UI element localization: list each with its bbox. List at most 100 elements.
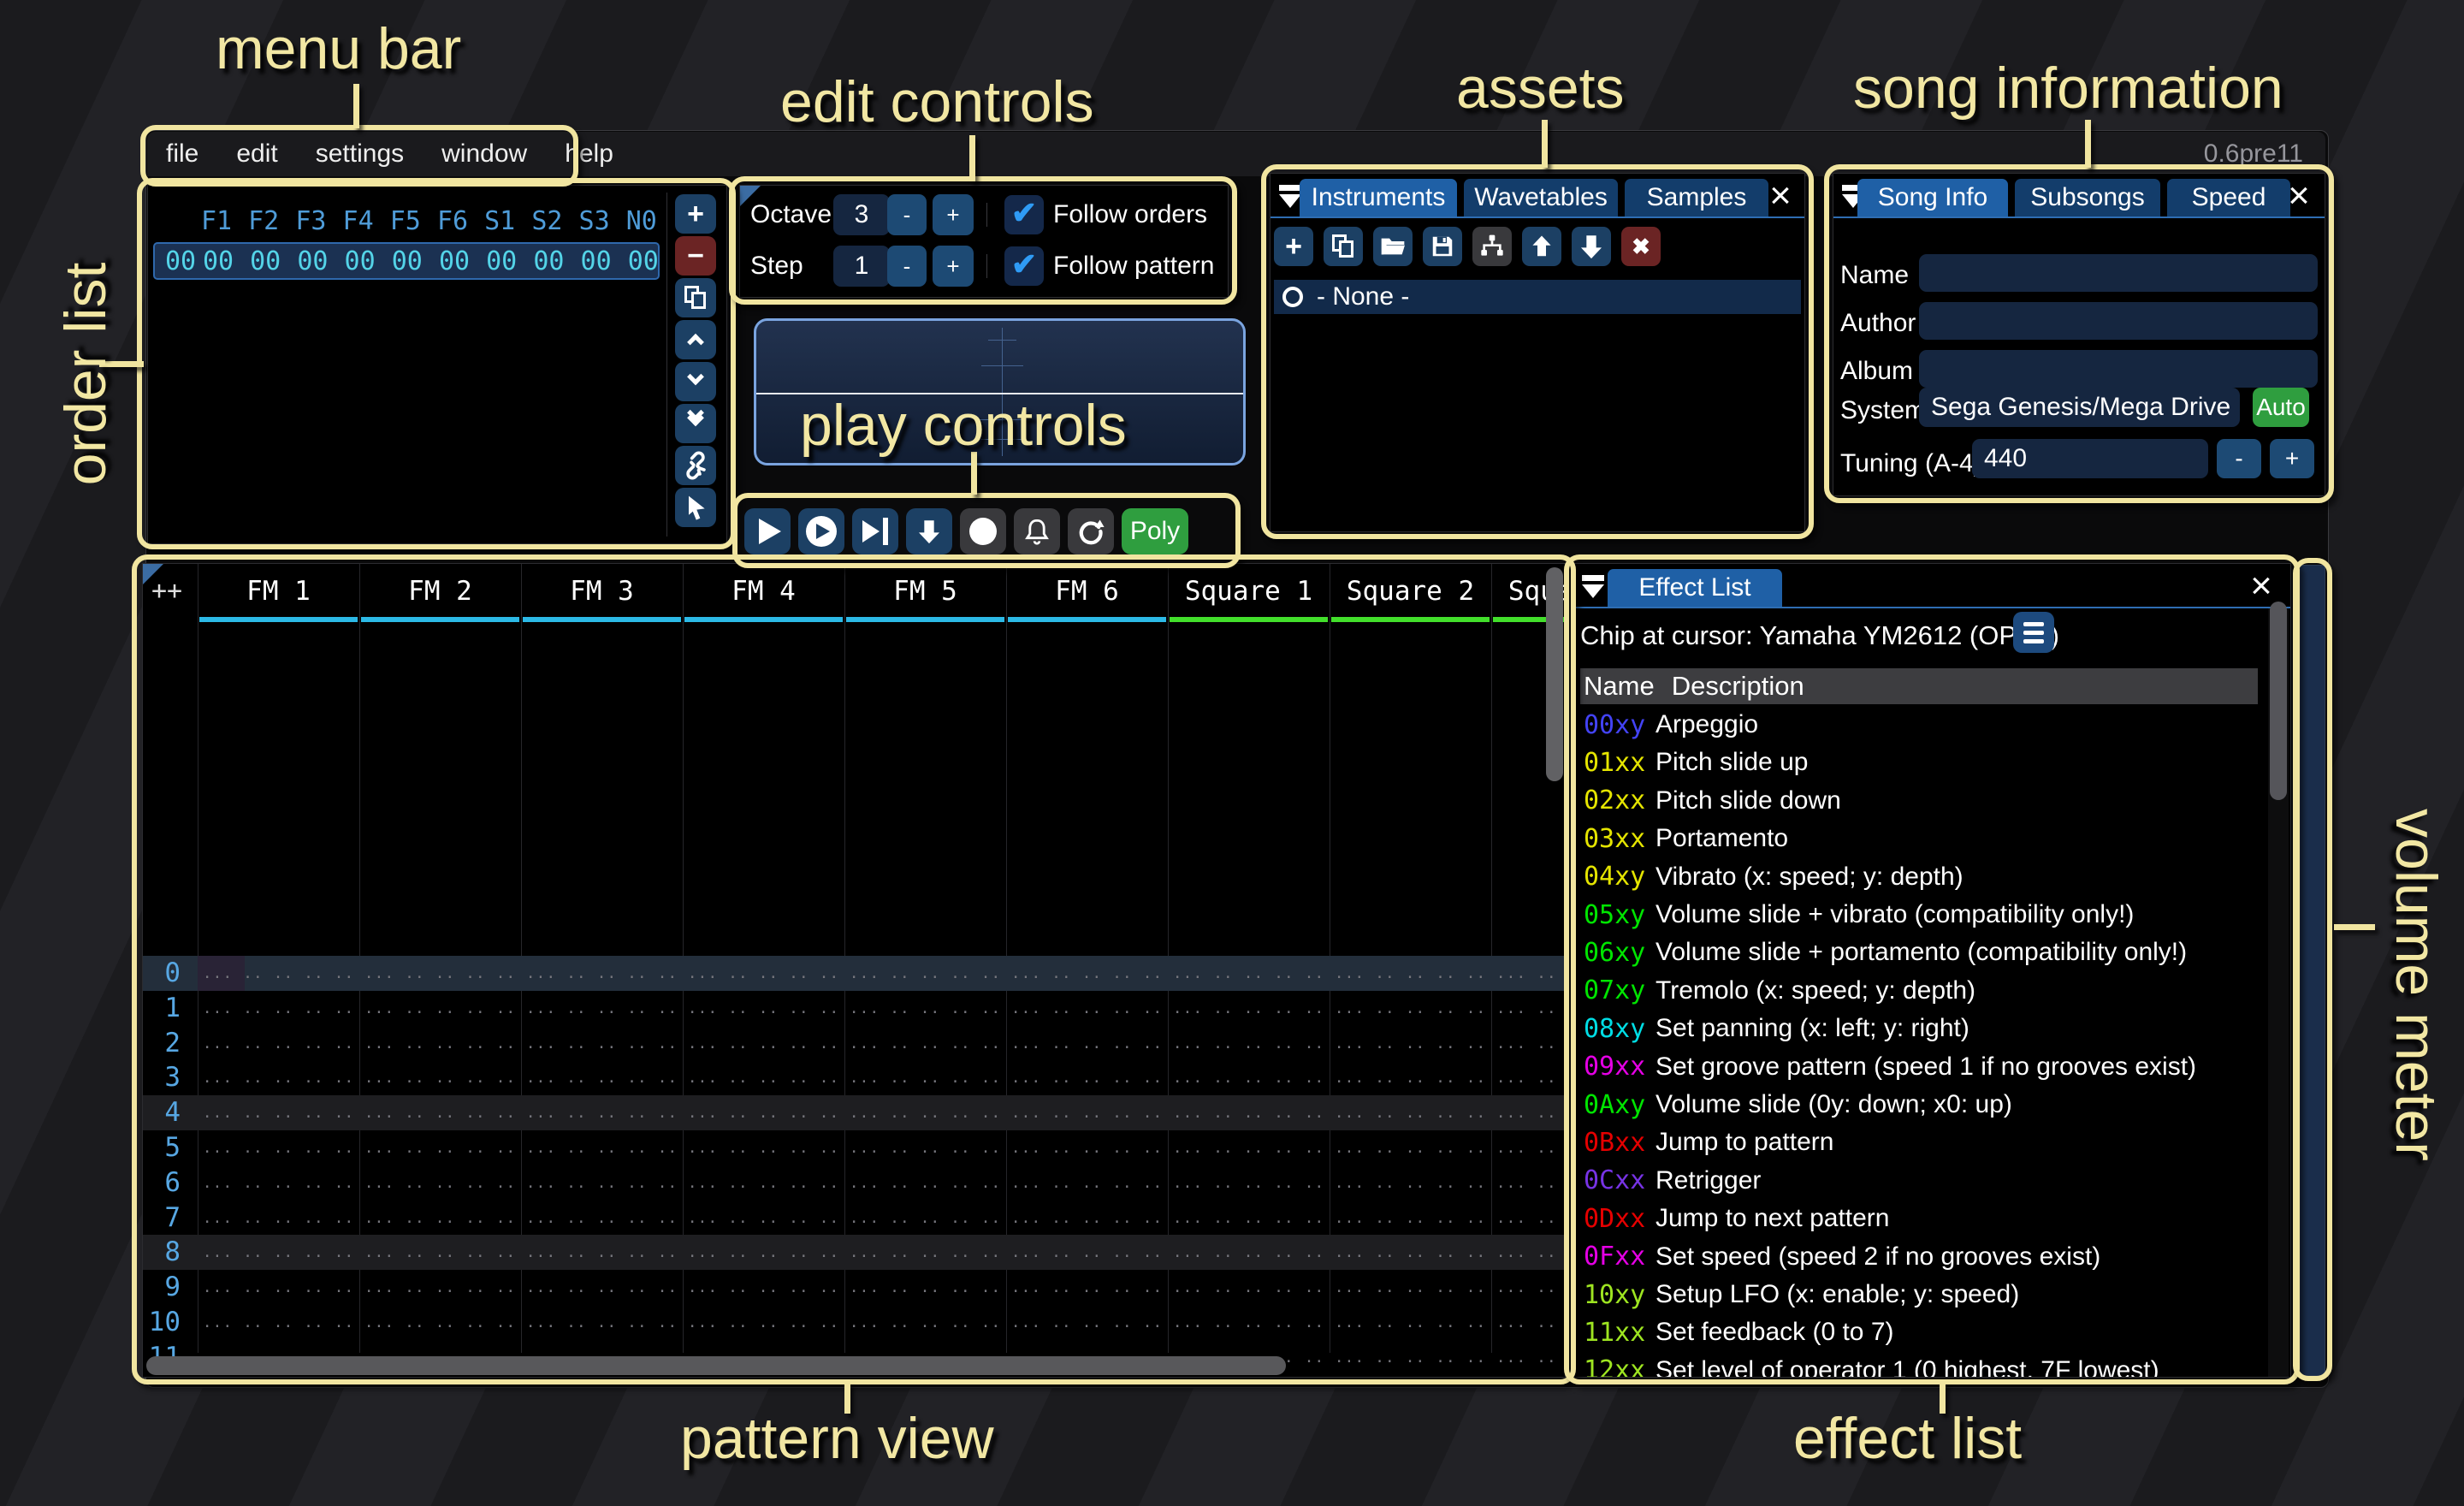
channel-header-fm-1[interactable]: FM 1	[198, 564, 359, 626]
order-column-header[interactable]: F4	[335, 206, 382, 236]
pattern-cell[interactable]: ... .. .. .. ..	[844, 1305, 1006, 1340]
pattern-cell[interactable]: ... .. .. .. ..	[521, 1130, 683, 1165]
order-cell[interactable]: 00	[572, 246, 620, 276]
octave-decrement-button[interactable]: -	[887, 194, 927, 235]
tuning-field[interactable]: 440	[1972, 439, 2208, 478]
pattern-cell[interactable]: ... .. .. .. ..	[521, 1026, 683, 1061]
pattern-cell[interactable]: ... .. .. .. ..	[1491, 1340, 1566, 1375]
order-column-header[interactable]: S3	[571, 206, 619, 236]
pattern-cell[interactable]: ... .. .. .. ..	[683, 1305, 844, 1340]
order-cell[interactable]: 00	[524, 246, 572, 276]
pattern-cell[interactable]: ... .. .. .. ..	[1491, 1201, 1566, 1236]
tab-wavetables[interactable]: Wavetables	[1464, 179, 1618, 216]
pattern-cell[interactable]: ... .. .. .. ..	[359, 1130, 521, 1165]
pattern-cell[interactable]: ... .. .. .. ..	[844, 1130, 1006, 1165]
pattern-vertical-scrollbar[interactable]	[1546, 567, 1563, 781]
pattern-cell[interactable]: ... .. .. .. ..	[359, 1270, 521, 1305]
order-duplicate-button[interactable]	[675, 278, 716, 317]
pattern-cell[interactable]: ... .. .. .. ..	[1168, 1060, 1330, 1095]
step-down-button[interactable]	[906, 508, 952, 554]
close-icon[interactable]: ×	[1763, 179, 1798, 213]
pattern-cell[interactable]: ... .. .. .. ..	[1330, 1165, 1491, 1201]
pattern-cell[interactable]: ... .. .. .. ..	[1168, 1165, 1330, 1201]
order-list-row[interactable]: 0000000000000000000000	[153, 242, 660, 280]
pattern-cell[interactable]: ... .. .. .. ..	[1006, 1095, 1168, 1130]
pattern-cell[interactable]: ... .. .. .. ..	[198, 991, 359, 1026]
pattern-cell[interactable]: ... .. .. .. ..	[1491, 1095, 1566, 1130]
pattern-cell[interactable]: ... .. .. .. ..	[521, 956, 683, 991]
close-icon[interactable]: ×	[2244, 569, 2278, 603]
order-cell[interactable]: 00	[336, 246, 384, 276]
pattern-cell[interactable]: ... .. .. .. ..	[1006, 1305, 1168, 1340]
pattern-cell[interactable]: ... .. .. .. ..	[683, 1270, 844, 1305]
pattern-cell[interactable]: ... .. .. .. ..	[1491, 991, 1566, 1026]
play-pattern-button[interactable]	[798, 508, 844, 554]
pattern-cell[interactable]: ... .. .. .. ..	[198, 956, 359, 991]
pattern-cell[interactable]: ... .. .. .. ..	[1168, 956, 1330, 991]
order-cell[interactable]: 00	[619, 246, 667, 276]
channel-header-fm-6[interactable]: FM 6	[1006, 564, 1168, 626]
pattern-cell[interactable]: ... .. .. .. ..	[1168, 1130, 1330, 1165]
pattern-cell[interactable]: ... .. .. .. ..	[683, 1095, 844, 1130]
name-field[interactable]	[1919, 254, 2318, 292]
pattern-cell[interactable]: ... .. .. .. ..	[1491, 956, 1566, 991]
poly-button[interactable]: Poly	[1122, 508, 1188, 554]
menu-item-help[interactable]: help	[565, 139, 613, 169]
menu-item-edit[interactable]: edit	[236, 139, 277, 169]
play-row-button[interactable]	[852, 508, 898, 554]
tab-effect-list[interactable]: Effect List	[1608, 569, 1782, 607]
channel-name[interactable]: FM 4	[683, 576, 844, 607]
menu-item-window[interactable]: window	[441, 139, 527, 169]
pattern-cell[interactable]: ... .. .. .. ..	[198, 1165, 359, 1201]
collapse-icon[interactable]	[1578, 572, 1608, 602]
pattern-cell[interactable]: ... .. .. .. ..	[1330, 956, 1491, 991]
channel-name[interactable]: FM 1	[198, 576, 359, 607]
pattern-cell[interactable]: ... .. .. .. ..	[198, 1130, 359, 1165]
tuning-increment-button[interactable]: +	[2270, 439, 2314, 478]
pattern-cell[interactable]: ... .. .. .. ..	[359, 1235, 521, 1270]
pattern-cell[interactable]: ... .. .. .. ..	[844, 991, 1006, 1026]
pattern-cell[interactable]: ... .. .. .. ..	[1330, 1026, 1491, 1061]
order-column-header[interactable]: F5	[382, 206, 429, 236]
menu-icon[interactable]	[2013, 612, 2054, 653]
pattern-cell[interactable]: ... .. .. .. ..	[198, 1270, 359, 1305]
tuning-decrement-button[interactable]: -	[2217, 439, 2261, 478]
tab-song-info[interactable]: Song Info	[1857, 179, 2008, 216]
asset-duplicate-button[interactable]	[1324, 227, 1363, 266]
pattern-cell[interactable]: ... .. .. .. ..	[1330, 1270, 1491, 1305]
channel-header-square-2[interactable]: Square 2	[1330, 564, 1491, 626]
octave-value[interactable]: 3	[833, 194, 890, 235]
order-column-header[interactable]: F2	[240, 206, 287, 236]
order-column-header[interactable]: F1	[192, 206, 240, 236]
channel-name[interactable]: FM 3	[521, 576, 683, 607]
pattern-cell[interactable]: ... .. .. .. ..	[521, 1270, 683, 1305]
pattern-cell[interactable]: ... .. .. .. ..	[1330, 1060, 1491, 1095]
channel-name[interactable]: FM 6	[1006, 576, 1168, 607]
repeat-button[interactable]	[1068, 508, 1114, 554]
pattern-cell[interactable]: ... .. .. .. ..	[1168, 991, 1330, 1026]
pattern-cell[interactable]: ... .. .. .. ..	[683, 1130, 844, 1165]
pattern-horizontal-scrollbar[interactable]	[146, 1356, 1286, 1375]
channel-header-square-1[interactable]: Square 1	[1168, 564, 1330, 626]
pattern-cell[interactable]: ... .. .. .. ..	[1491, 1130, 1566, 1165]
pattern-cell[interactable]: ... .. .. .. ..	[1330, 1201, 1491, 1236]
order-cell[interactable]: 00	[477, 246, 525, 276]
order-chevron-up-button[interactable]	[675, 320, 716, 359]
pattern-cell[interactable]: ... .. .. .. ..	[359, 1201, 521, 1236]
follow-pattern-checkbox[interactable]: ✔	[1004, 246, 1044, 286]
order-column-header[interactable]: S1	[476, 206, 524, 236]
pattern-cell[interactable]: ... .. .. .. ..	[198, 1235, 359, 1270]
pattern-cell[interactable]: ... .. .. .. ..	[1491, 1270, 1566, 1305]
channel-header-fm-3[interactable]: FM 3	[521, 564, 683, 626]
pattern-cell[interactable]: ... .. .. .. ..	[521, 1305, 683, 1340]
asset-arrow-down-button[interactable]	[1572, 227, 1611, 266]
pattern-cell[interactable]: ... .. .. .. ..	[1006, 1201, 1168, 1236]
pattern-cell[interactable]: ... .. .. .. ..	[1491, 1305, 1566, 1340]
order-pointer-button[interactable]	[675, 488, 716, 527]
octave-increment-button[interactable]: +	[933, 194, 974, 235]
play-button[interactable]	[744, 508, 791, 554]
order-chevron-down-button[interactable]	[675, 362, 716, 401]
pattern-cell[interactable]: ... .. .. .. ..	[1491, 1235, 1566, 1270]
asset-folder-button[interactable]	[1373, 227, 1413, 266]
pattern-cell[interactable]: ... .. .. .. ..	[1006, 1235, 1168, 1270]
